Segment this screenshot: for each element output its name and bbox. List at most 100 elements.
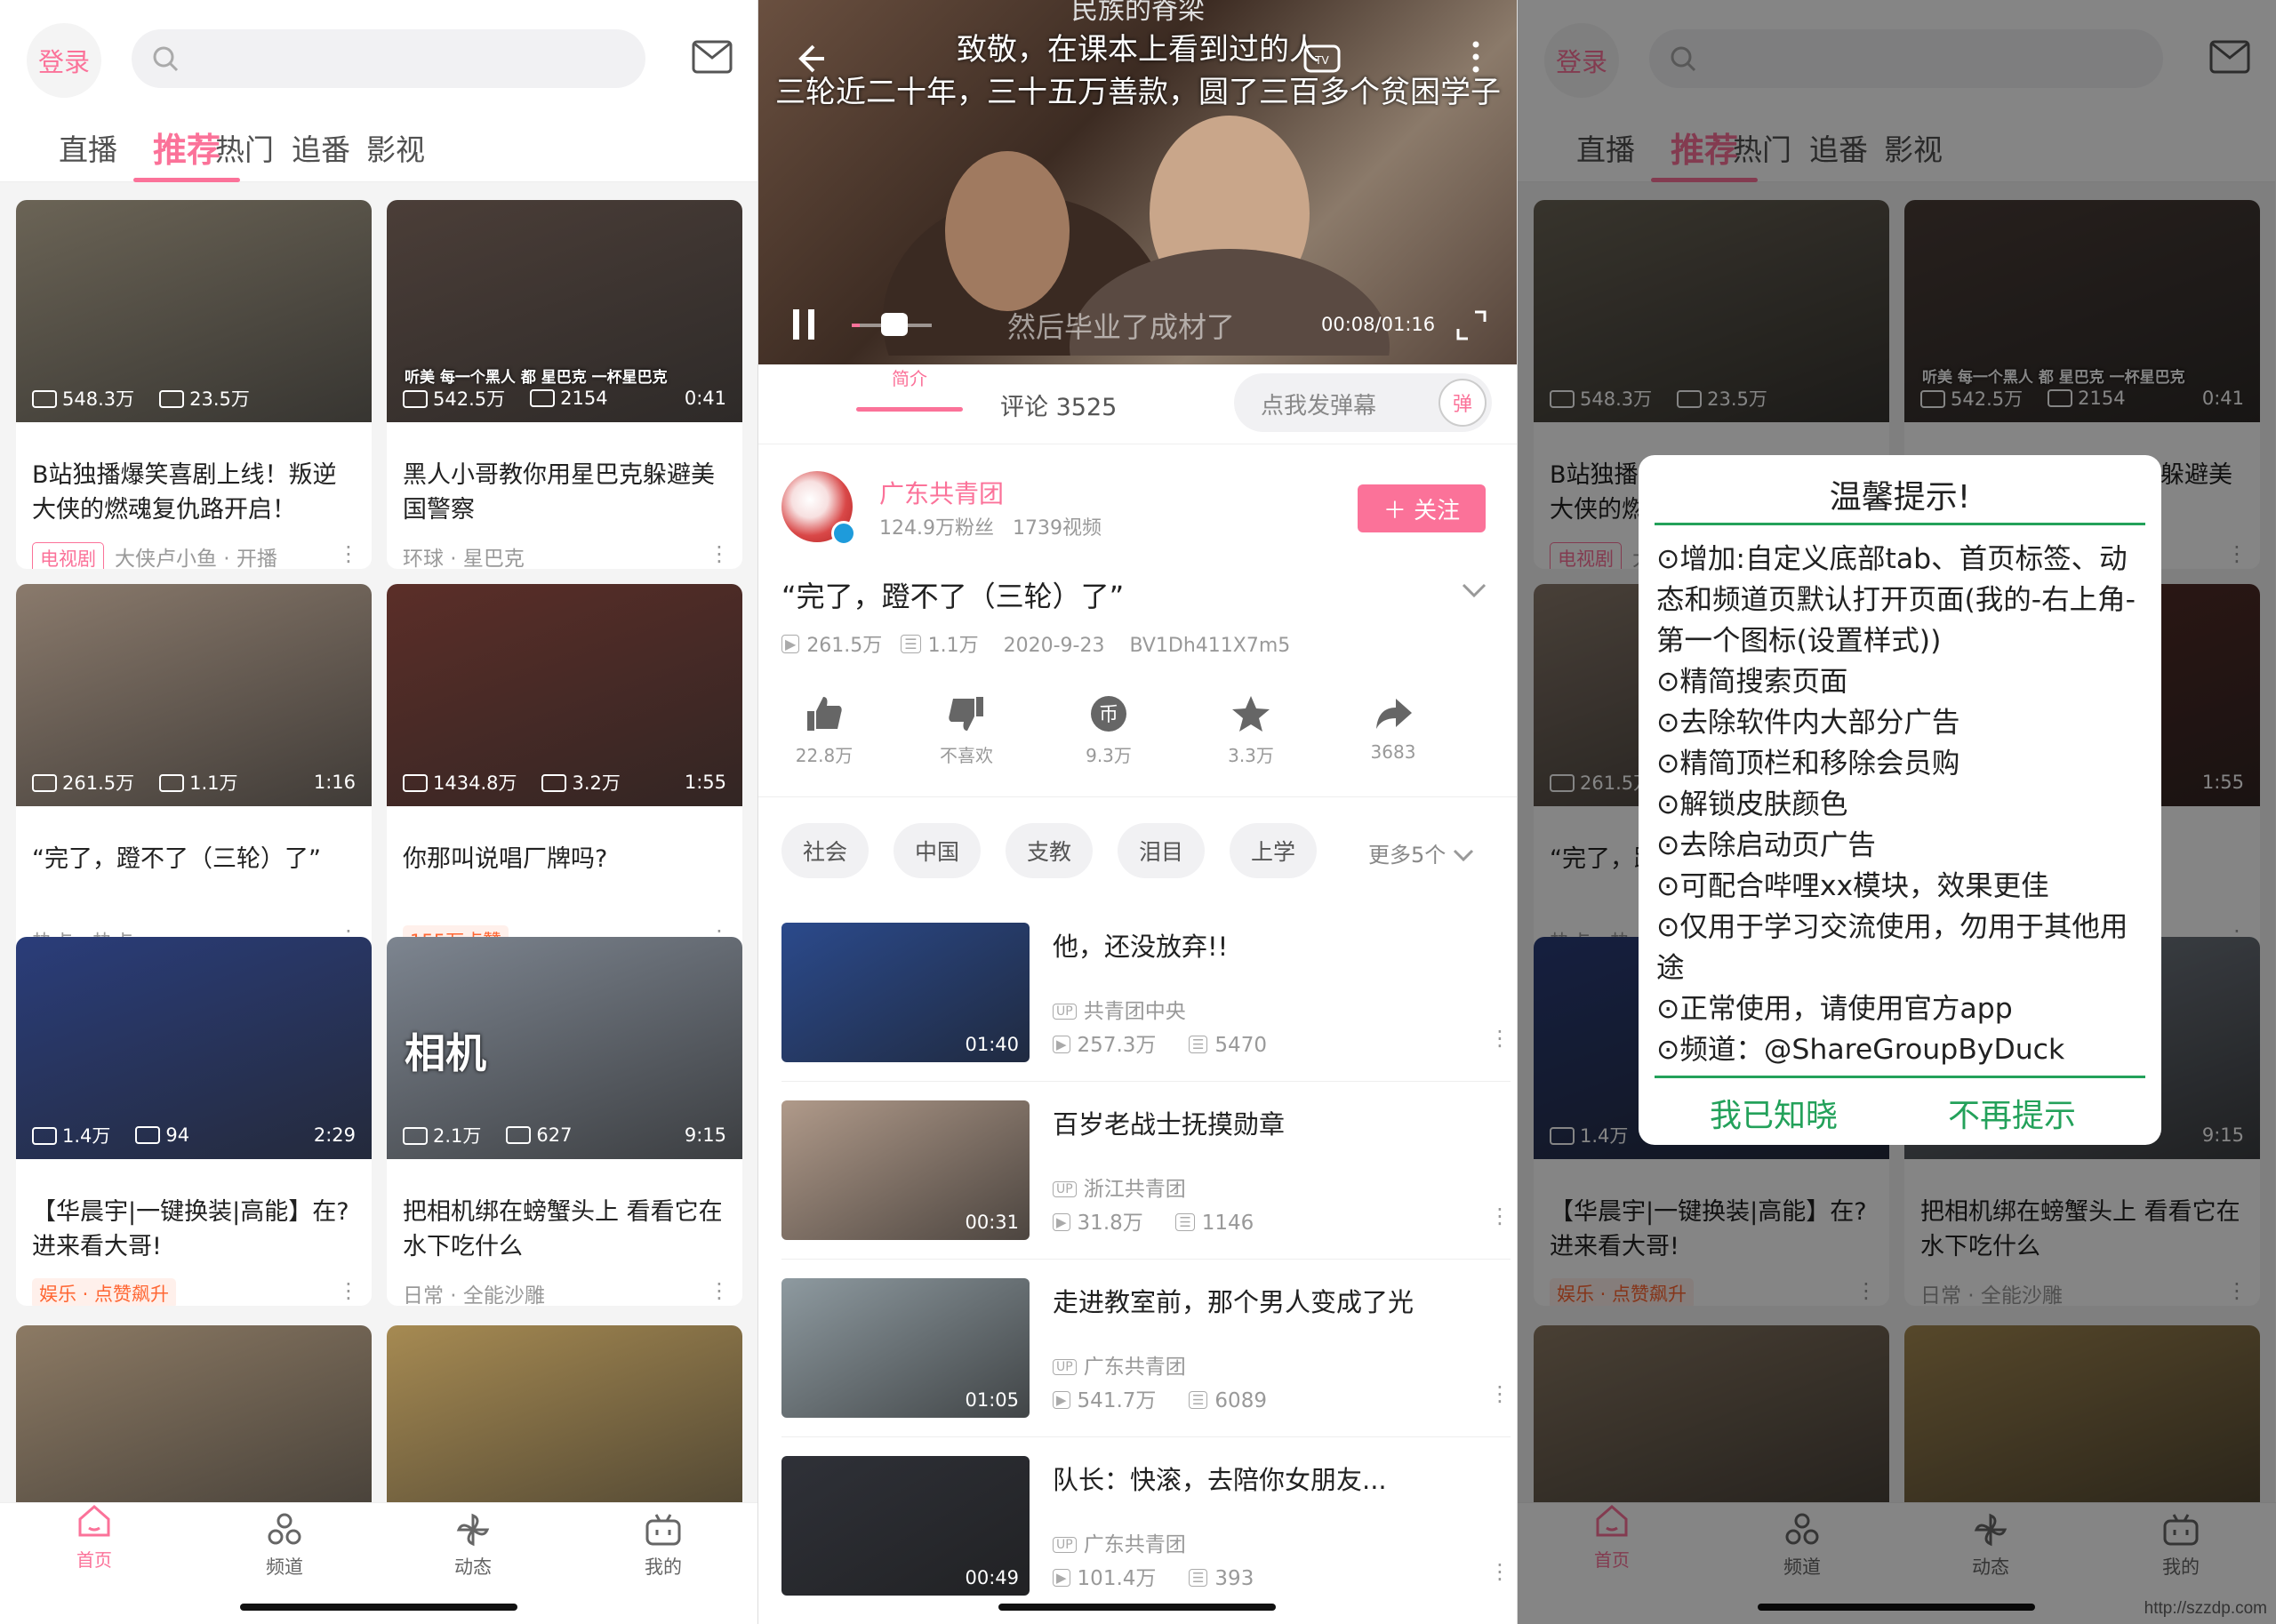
view-count: 261.5万 bbox=[806, 635, 883, 657]
more-tags-button[interactable]: 更多5个 bbox=[1368, 837, 1474, 868]
tab-0[interactable]: 直播 bbox=[59, 126, 117, 169]
related-title[interactable]: 走进教室前，那个男人变成了光 bbox=[1053, 1282, 1414, 1319]
feed-card[interactable]: 1434.8万3.2万1:55你那叫说唱厂牌吗?155万点赞⋮ bbox=[387, 584, 742, 953]
more-vertical-icon[interactable] bbox=[1470, 39, 1482, 75]
never-remind-button[interactable]: 不再提示 bbox=[1948, 1090, 2076, 1136]
card-title[interactable]: 把相机绑在螃蟹头上 看看它在水下吃什么 bbox=[403, 1195, 726, 1264]
related-thumbnail[interactable]: 00:49 bbox=[781, 1456, 1030, 1596]
danmaku-icon bbox=[541, 774, 567, 792]
video-thumbnail[interactable]: 548.3万 23.5万 bbox=[16, 200, 372, 422]
tag-chip[interactable]: 社会 bbox=[781, 823, 870, 878]
action-star[interactable]: 3.3万 bbox=[1198, 693, 1304, 767]
danmaku-count: 1.1万 bbox=[927, 635, 979, 657]
related-title[interactable]: 他，还没放弃!! bbox=[1053, 926, 1228, 964]
nav-3[interactable]: 我的 bbox=[610, 1512, 717, 1580]
watermark: http://szzdp.com bbox=[2144, 1599, 2267, 1618]
duration: 1:16 bbox=[313, 772, 356, 793]
nav-0[interactable]: 首页 bbox=[41, 1503, 148, 1572]
card-title[interactable]: 【华晨宇|一键换装|高能】在?进来看大哥! bbox=[32, 1195, 356, 1264]
dialog-line: ⊙仅用于学习交流使用，勿用于其他用途 bbox=[1656, 911, 2128, 984]
action-like[interactable]: 22.8万 bbox=[771, 693, 878, 767]
related-video-item[interactable]: 00:31 百岁老战士抚摸勋章 UP 浙江共青团 ▶ 31.8万 ☰ 1146 ⋮ bbox=[781, 1100, 1511, 1243]
secondary-count-value: 2154 bbox=[560, 388, 608, 409]
feed-card[interactable]: 相机 2.1万 627 9:15 把相机绑在螃蟹头上 看看它在水下吃什么日常 · 全能沙… bbox=[387, 937, 742, 1306]
more-vertical-icon[interactable]: ⋮ bbox=[709, 1278, 730, 1303]
video-thumbnail[interactable]: 相机 2.1万 627 9:15 bbox=[387, 937, 742, 1159]
danmaku-input[interactable]: 点我发弹幕 弹 bbox=[1234, 373, 1492, 432]
related-title[interactable]: 百岁老战士抚摸勋章 bbox=[1053, 1104, 1285, 1141]
more-vertical-icon[interactable]: ⋮ bbox=[1489, 1204, 1511, 1228]
mail-icon[interactable] bbox=[692, 40, 733, 74]
nav-label: 频道 bbox=[266, 1556, 303, 1578]
related-thumbnail[interactable]: 01:05 bbox=[781, 1278, 1030, 1418]
login-button[interactable]: 登录 bbox=[27, 23, 101, 98]
tab-3[interactable]: 追番 bbox=[292, 126, 350, 169]
more-vertical-icon[interactable]: ⋮ bbox=[338, 1278, 359, 1303]
action-label: 3683 bbox=[1370, 741, 1416, 763]
more-vertical-icon[interactable]: ⋮ bbox=[338, 541, 359, 566]
video-thumbnail[interactable]: 1.4万 94 2:29 bbox=[16, 937, 372, 1159]
related-video-item[interactable]: 01:40 他，还没放弃!! UP 共青团中央 ▶ 257.3万 ☰ 5470 ⋮ bbox=[781, 923, 1511, 1065]
feed-card[interactable]: 548.3万 23.5万 B站独播爆笑喜剧上线！叛逆大侠的燃魂复仇路开启！ 电视剧大侠… bbox=[16, 200, 372, 569]
fans-count: 124.9万粉丝 bbox=[879, 517, 994, 540]
video-thumbnail[interactable]: 1434.8万 3.2万 1:55 bbox=[387, 584, 742, 806]
pause-icon[interactable] bbox=[790, 308, 817, 341]
related-video-item[interactable]: 01:05 走进教室前，那个男人变成了光 UP 广东共青团 ▶ 541.7万 ☰ 6089 ⋮ bbox=[781, 1278, 1511, 1420]
follow-button[interactable]: ＋ 关注 bbox=[1358, 484, 1486, 532]
card-title[interactable]: 你那叫说唱厂牌吗? bbox=[403, 842, 726, 876]
tag-chips: 社会 中国 支教 泪目 上学 更多5个 bbox=[781, 823, 1511, 880]
tab-4[interactable]: 影视 bbox=[366, 126, 425, 169]
feed-card[interactable]: 261.5万1.1万1:16“完了，蹬不了（三轮）了”热点 · 热点⋮ bbox=[16, 584, 372, 953]
tab-intro[interactable]: 简介 bbox=[856, 364, 963, 412]
chevron-down-icon[interactable] bbox=[1461, 581, 1487, 599]
uploader-name[interactable]: 广东共青团 bbox=[879, 475, 1004, 510]
card-title[interactable]: B站独播爆笑喜剧上线！叛逆大侠的燃魂复仇路开启！ bbox=[32, 458, 356, 527]
feed-card[interactable]: 听美 每一个黑人 都 星巴克 一杯星巴克542.5万 2154 0:41 黑人小哥教你… bbox=[387, 200, 742, 569]
tag-chip[interactable]: 泪目 bbox=[1118, 823, 1206, 878]
tv-cast-icon[interactable]: TV bbox=[1302, 39, 1342, 75]
back-arrow-icon[interactable] bbox=[792, 41, 828, 76]
action-coin[interactable]: 币 9.3万 bbox=[1055, 693, 1162, 767]
nav-1[interactable]: 频道 bbox=[231, 1512, 338, 1580]
related-title[interactable]: 队长：快滚，去陪你女朋友... bbox=[1053, 1460, 1387, 1497]
video-player[interactable]: 民族的脊梁 致敬，在课本上看到过的人 三轮近二十年，三十五万善款，圆了三百多个贫… bbox=[758, 0, 1517, 364]
video-thumbnail[interactable]: 261.5万 1.1万 1:16 bbox=[16, 584, 372, 806]
danmaku-toggle-icon[interactable]: 弹 bbox=[1439, 379, 1487, 427]
video-thumbnail[interactable]: 听美 每一个黑人 都 星巴克 一杯星巴克 542.5万 2154 0:41 bbox=[387, 200, 742, 422]
more-vertical-icon[interactable]: ⋮ bbox=[1489, 1381, 1511, 1406]
tag-chip[interactable]: 中国 bbox=[894, 823, 982, 878]
related-views: 541.7万 bbox=[1077, 1389, 1157, 1412]
seek-thumb[interactable] bbox=[881, 313, 908, 336]
tab-comments[interactable]: 评论 3525 bbox=[1000, 388, 1117, 422]
more-vertical-icon[interactable]: ⋮ bbox=[709, 541, 730, 566]
related-thumbnail[interactable]: 00:31 bbox=[781, 1100, 1030, 1240]
related-thumbnail[interactable]: 01:40 bbox=[781, 923, 1030, 1062]
more-vertical-icon[interactable]: ⋮ bbox=[1489, 1559, 1511, 1584]
nav-2[interactable]: 动态 bbox=[420, 1512, 526, 1580]
notice-dialog: 温馨提示! ⊙增加:自定义底部tab、首页标签、动态和频道页默认打开页面(我的-… bbox=[1639, 455, 2161, 1145]
related-video-item[interactable]: 00:49 队长：快滚，去陪你女朋友... UP 广东共青团 ▶ 101.4万 ☰ 393 ⋮ bbox=[781, 1456, 1511, 1598]
related-duration: 01:40 bbox=[965, 1034, 1019, 1055]
play-count-value: 1.4万 bbox=[62, 1125, 111, 1147]
play-count: 2.1万 bbox=[403, 1122, 481, 1148]
more-vertical-icon[interactable]: ⋮ bbox=[1489, 1026, 1511, 1051]
nav-label: 首页 bbox=[76, 1549, 112, 1571]
action-dislike[interactable]: 不喜欢 bbox=[913, 693, 1020, 767]
up-badge-icon: UP bbox=[1053, 1181, 1077, 1197]
feed-card[interactable]: 1.4万 94 2:29 【华晨宇|一键换装|高能】在?进来看大哥! 娱乐 · 点赞飙升… bbox=[16, 937, 372, 1306]
card-title[interactable]: 黑人小哥教你用星巴克躲避美国警察 bbox=[403, 458, 726, 527]
uploader-stats: 124.9万粉丝 1739视频 bbox=[879, 512, 1102, 540]
tab-2[interactable]: 热门 bbox=[215, 126, 274, 169]
search-input[interactable] bbox=[132, 29, 645, 88]
uploader-info: 广东共青团 124.9万粉丝 1739视频 ＋ 关注 bbox=[758, 444, 1517, 560]
related-danmaku: 5470 bbox=[1214, 1034, 1267, 1057]
tag-chip[interactable]: 支教 bbox=[1006, 823, 1094, 878]
related-stats: ▶ 541.7万 ☰ 6089 bbox=[1053, 1383, 1267, 1413]
related-uploader: UP 广东共青团 bbox=[1053, 1527, 1186, 1557]
related-danmaku: 393 bbox=[1214, 1567, 1254, 1590]
action-share[interactable]: 3683 bbox=[1340, 693, 1447, 763]
fullscreen-icon[interactable] bbox=[1455, 309, 1487, 341]
tag-chip[interactable]: 上学 bbox=[1230, 823, 1318, 878]
acknowledge-button[interactable]: 我已知晓 bbox=[1710, 1090, 1838, 1136]
card-title[interactable]: “完了，蹬不了（三轮）了” bbox=[32, 842, 356, 876]
